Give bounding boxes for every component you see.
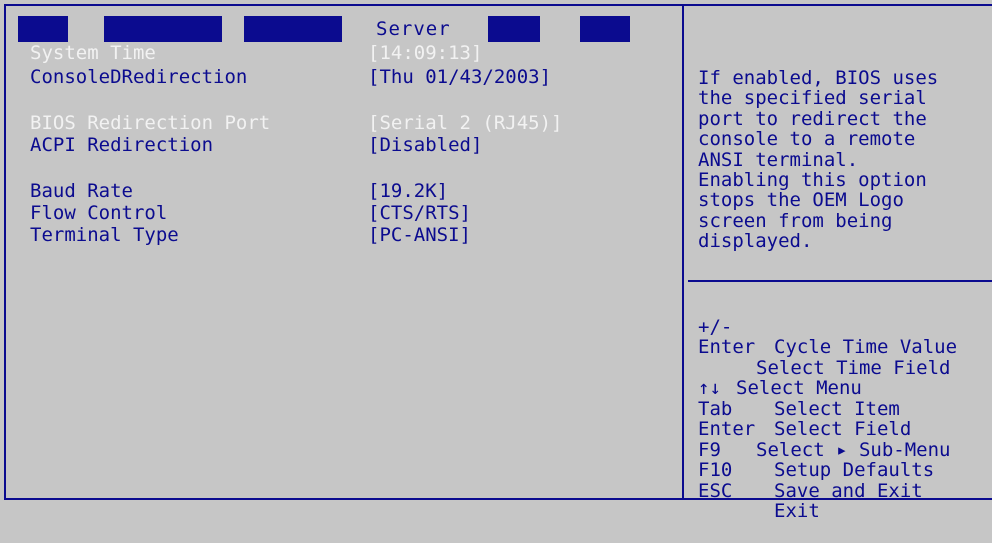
setting-row-flow-control[interactable]: Flow Control [CTS/RTS] [30,202,670,224]
tab-exit[interactable] [580,16,630,42]
key-row-select-menu: Select Menu [698,337,992,398]
setting-label: ConsoleDRedirection [30,66,248,88]
tab-server[interactable]: Server [376,18,451,40]
setting-row-console-redirection[interactable]: ConsoleDRedirection [Thu 01/43/2003] [30,66,670,88]
key-row-sub-menu: Enter Select ▸ Sub-Menu [698,399,992,460]
key-desc: Save and Exit [774,479,923,502]
setting-row-acpi-redirection[interactable]: ACPI Redirection [Disabled] [30,134,670,156]
setting-value[interactable]: [CTS/RTS] [368,202,471,224]
setting-row-system-time[interactable]: System Time [14:09:13] [30,42,670,64]
key-row-defaults: F9 Setup Defaults [698,419,992,480]
key-row-select-time: Enter Select Time Field [698,317,992,378]
key-label: ESC [698,479,733,502]
setting-label: Baud Rate [30,180,133,202]
tab-security[interactable] [244,16,342,42]
setting-label: System Time [30,42,156,64]
key-row-select-field: Tab Select Field [698,378,992,439]
key-row-exit: ESC Exit [698,460,992,521]
tab-boot[interactable] [488,16,540,42]
tab-advanced[interactable] [104,16,222,42]
help-divider [688,280,992,282]
setting-row-bios-redirection-port[interactable]: BIOS Redirection Port [Serial 2 (RJ45)] [30,112,670,134]
setting-label: Terminal Type [30,224,179,246]
key-row-select-item: ↑↓ Select Item [698,358,992,419]
bios-screen: Server System Time [14:09:13] ConsoleDRe… [0,0,992,521]
setting-label: BIOS Redirection Port [30,112,271,134]
key-row-save-exit: F10 Save and Exit [698,440,992,501]
help-description: If enabled, BIOS uses the specified seri… [698,67,939,253]
setting-row-baud-rate[interactable]: Baud Rate [19.2K] [30,180,670,202]
setting-value[interactable]: [Disabled] [368,134,482,156]
tab-main[interactable] [18,16,68,42]
setting-value[interactable]: [Serial 2 (RJ45)] [368,112,562,134]
key-legend: +/- Cycle Time Value Enter Select Time F… [698,296,992,521]
setting-label: ACPI Redirection [30,134,214,156]
setting-value[interactable]: [14:09:13] [368,42,482,64]
key-row-cycle: +/- Cycle Time Value [698,296,992,357]
setting-label: Flow Control [30,202,168,224]
setting-value[interactable]: [PC-ANSI] [368,224,471,246]
setting-row-terminal-type[interactable]: Terminal Type [PC-ANSI] [30,224,670,246]
setting-value[interactable]: [Thu 01/43/2003] [368,66,551,88]
key-desc: Exit [774,500,820,522]
setting-value[interactable]: [19.2K] [368,180,448,202]
